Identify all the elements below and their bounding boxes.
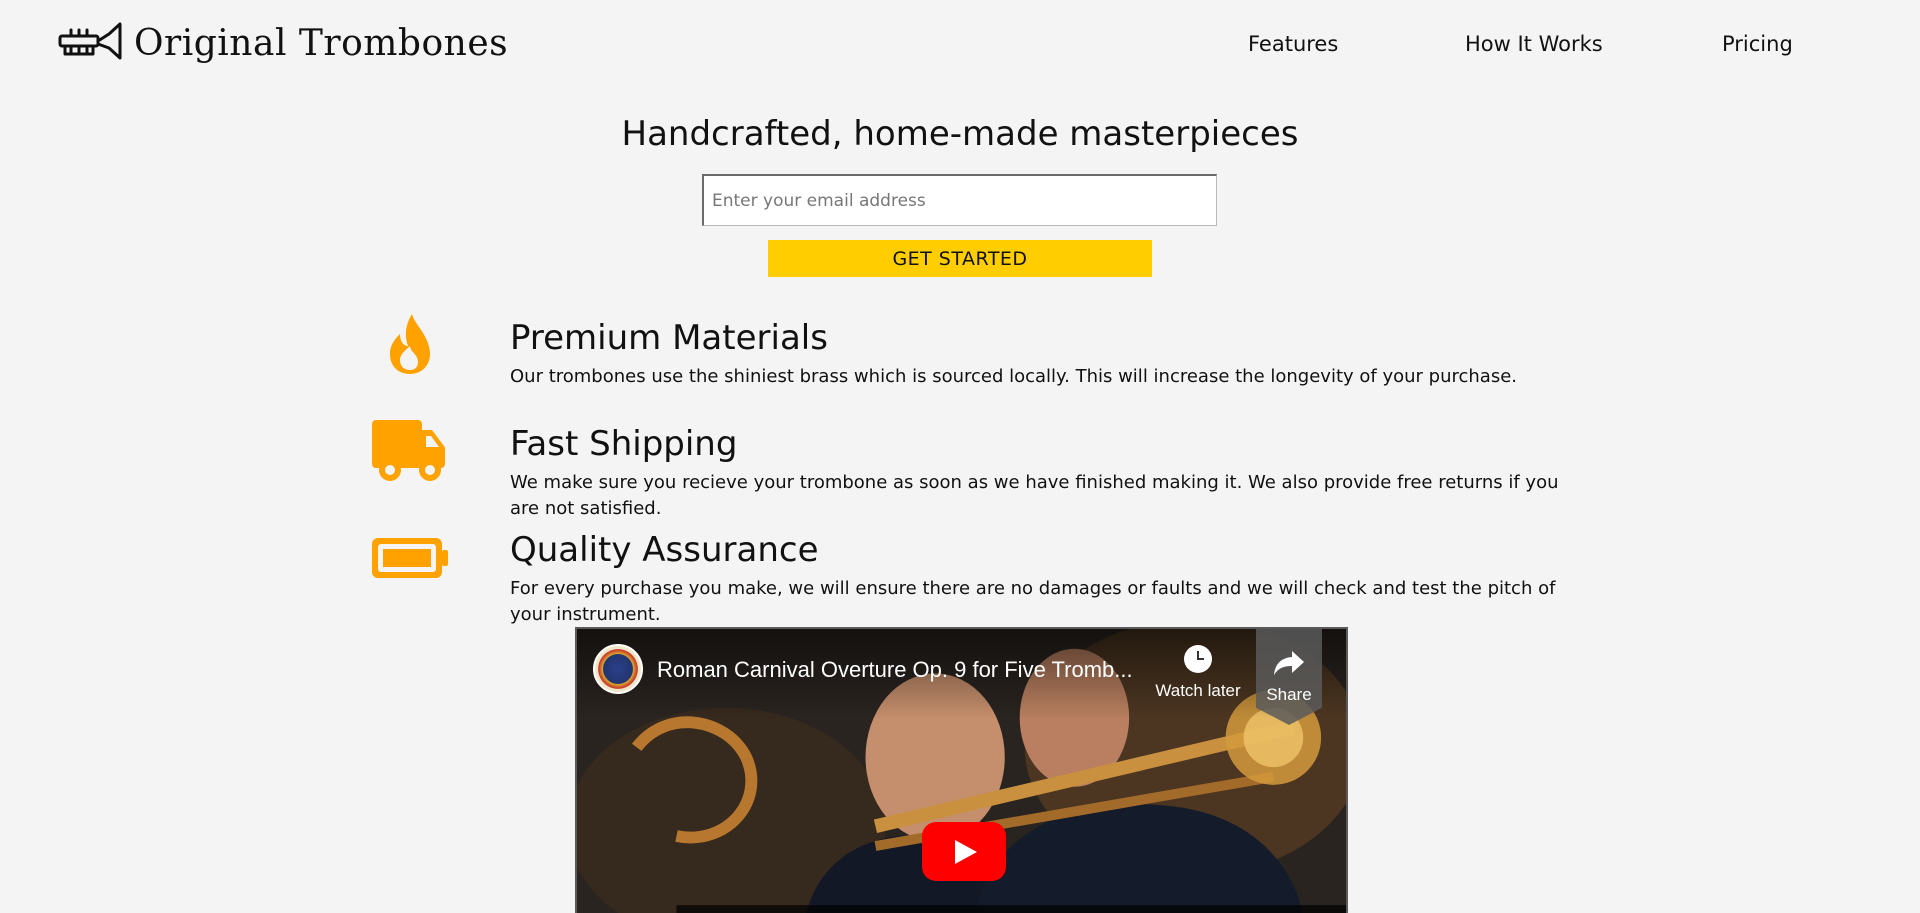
video-embed[interactable]: Roman Carnival Overture Op. 9 for Five T… [575,627,1348,913]
header: Original Trombones Features How It Works… [0,0,1920,95]
video-title[interactable]: Roman Carnival Overture Op. 9 for Five T… [657,657,1137,683]
nav-features[interactable]: Features [1248,32,1338,56]
feature-title: Quality Assurance [510,530,819,570]
share-icon [1274,651,1304,675]
brand[interactable]: Original Trombones [57,20,508,66]
brand-name: Original Trombones [134,22,509,64]
clock-icon [1184,645,1212,673]
get-started-button[interactable]: GET STARTED [768,240,1152,277]
channel-avatar[interactable] [593,644,643,694]
feature-description: We make sure you recieve your trombone a… [510,472,1559,519]
truck-icon [372,420,446,481]
landing-page: Original Trombones Features How It Works… [0,0,1920,913]
fire-icon [390,314,430,374]
nav-pricing[interactable]: Pricing [1722,32,1793,56]
watch-later-label: Watch later [1155,681,1241,700]
trumpet-icon [58,22,122,60]
share-button[interactable]: Share [1256,629,1322,725]
watch-later-button[interactable]: Watch later [1143,645,1253,701]
battery-full-icon [372,538,448,578]
nav-how-it-works[interactable]: How It Works [1465,32,1603,56]
share-label: Share [1266,685,1312,704]
hero-title: Handcrafted, home-made masterpieces [621,114,1299,154]
play-icon[interactable] [922,822,1006,881]
feature-title: Fast Shipping [510,424,738,464]
feature-description: Our trombones use the shiniest brass whi… [510,366,1518,387]
feature-description: For every purchase you make, we will ens… [510,578,1556,625]
feature-title: Premium Materials [510,318,828,358]
email-input[interactable] [702,174,1217,226]
